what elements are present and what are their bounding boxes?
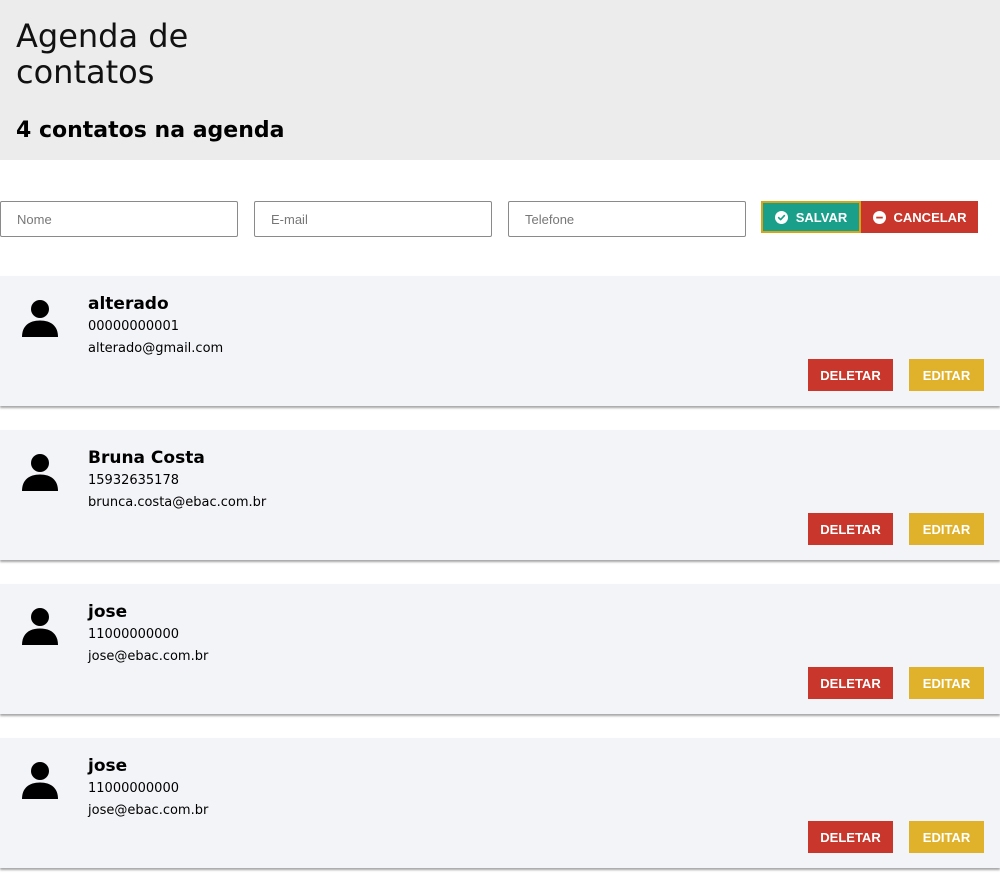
cancel-button[interactable]: CANCELAR xyxy=(861,201,978,233)
contact-phone: 00000000001 xyxy=(88,319,179,334)
delete-button[interactable]: DELETAR xyxy=(808,667,893,699)
contact-phone: 11000000000 xyxy=(88,781,179,796)
email-input[interactable] xyxy=(254,201,492,237)
person-icon xyxy=(22,762,58,799)
delete-button[interactable]: DELETAR xyxy=(808,359,893,391)
contact-card: Bruna Costa 15932635178 brunca.costa@eba… xyxy=(0,430,1000,560)
edit-button[interactable]: EDITAR xyxy=(909,821,984,853)
save-button[interactable]: SALVAR xyxy=(761,201,861,233)
contact-card: jose 11000000000 jose@ebac.com.br DELETA… xyxy=(0,584,1000,714)
person-icon xyxy=(22,608,58,645)
contact-name: jose xyxy=(88,602,128,622)
contact-email: alterado@gmail.com xyxy=(88,341,224,356)
person-icon xyxy=(22,454,58,491)
save-button-label: SALVAR xyxy=(795,209,848,225)
edit-button[interactable]: EDITAR xyxy=(909,667,984,699)
contact-name: jose xyxy=(88,756,128,776)
contact-phone: 11000000000 xyxy=(88,627,179,642)
minus-circle-icon xyxy=(872,210,886,224)
contact-phone: 15932635178 xyxy=(88,473,179,488)
person-icon xyxy=(22,300,58,337)
contact-name: alterado xyxy=(88,294,169,314)
contact-email: jose@ebac.com.br xyxy=(88,649,209,664)
contact-email: jose@ebac.com.br xyxy=(88,803,209,818)
page-header: Agenda de contatos 4 contatos na agenda xyxy=(0,0,1000,160)
delete-button[interactable]: DELETAR xyxy=(808,513,893,545)
page-title: Agenda de contatos xyxy=(16,17,189,91)
edit-button[interactable]: EDITAR xyxy=(909,359,984,391)
phone-input[interactable] xyxy=(508,201,746,237)
check-circle-icon xyxy=(774,210,788,224)
contact-name: Bruna Costa xyxy=(88,448,205,468)
name-input[interactable] xyxy=(0,201,238,237)
contact-card: jose 11000000000 jose@ebac.com.br DELETA… xyxy=(0,738,1000,868)
contact-email: brunca.costa@ebac.com.br xyxy=(88,495,267,510)
cancel-button-label: CANCELAR xyxy=(893,209,967,225)
delete-button[interactable]: DELETAR xyxy=(808,821,893,853)
contact-card: alterado 00000000001 alterado@gmail.com … xyxy=(0,276,1000,406)
contact-count: 4 contatos na agenda xyxy=(16,118,285,143)
edit-button[interactable]: EDITAR xyxy=(909,513,984,545)
